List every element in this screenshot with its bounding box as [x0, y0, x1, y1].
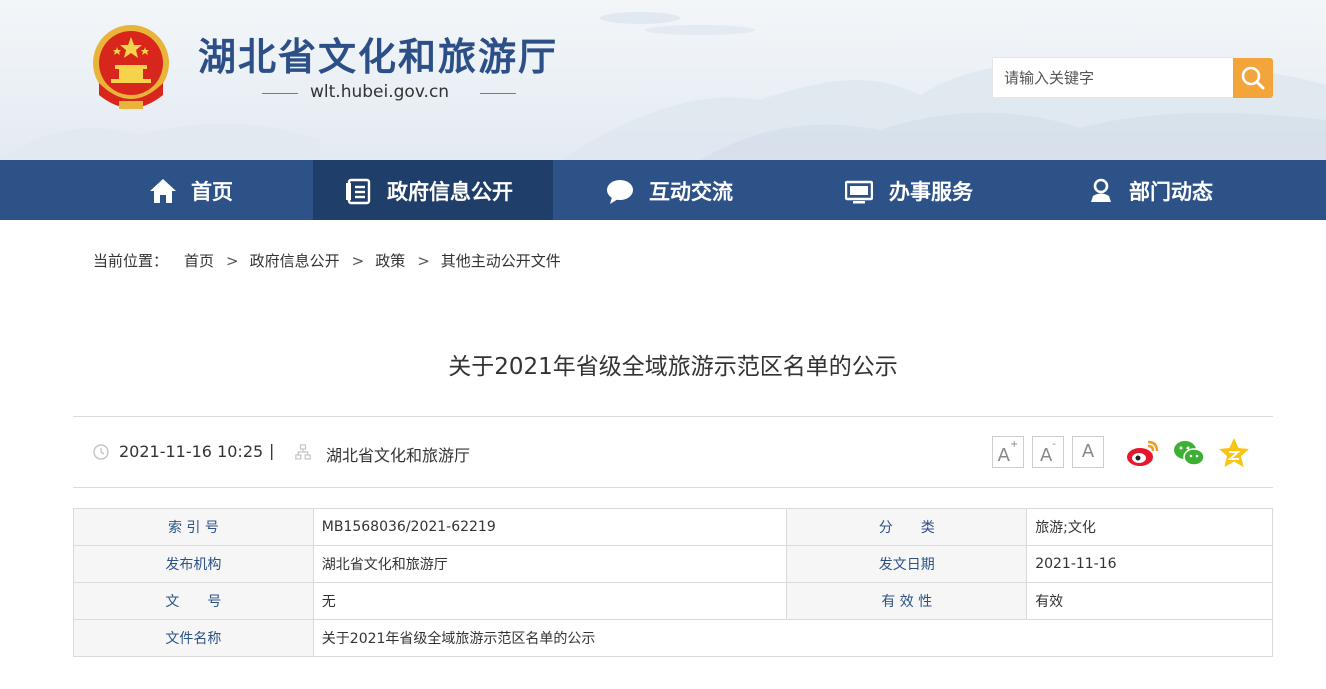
site-header: 湖北省文化和旅游厅 wlt.hubei.gov.cn — [0, 0, 1326, 160]
home-icon — [150, 179, 176, 203]
main-nav: 首页 政府信息公开 互动交流 办事服务 部门动态 — [0, 160, 1326, 220]
location-person-icon — [1091, 178, 1111, 202]
info-key-category: 分 类 — [786, 508, 1028, 546]
wechat-icon[interactable] — [1172, 436, 1206, 470]
info-value-publisher: 湖北省文化和旅游厅 — [312, 545, 788, 583]
table-row: 文 号 无 有 效 性 有效 — [73, 582, 1273, 620]
info-value-issue-date: 2021-11-16 — [1026, 545, 1273, 583]
org-structure-icon — [295, 444, 311, 460]
national-emblem-icon — [93, 25, 169, 109]
search-icon — [1241, 66, 1265, 90]
decor-line-left — [262, 93, 298, 94]
site-title: 湖北省文化和旅游厅 — [198, 35, 559, 79]
qzone-icon[interactable] — [1217, 436, 1251, 470]
info-value-category: 旅游;文化 — [1026, 508, 1273, 546]
font-button-label: A — [1081, 441, 1095, 462]
nav-item-home[interactable]: 首页 — [73, 160, 313, 220]
info-key-index-number: 索 引 号 — [73, 508, 314, 546]
article-title: 关于2021年省级全域旅游示范区名单的公示 — [448, 354, 898, 380]
nav-label: 部门动态 — [1129, 180, 1213, 204]
divider-top — [73, 416, 1273, 417]
breadcrumb-item-gov-info[interactable]: 政府信息公开 — [250, 250, 340, 271]
table-row: 索 引 号 MB1568036/2021-62219 分 类 旅游;文化 — [73, 508, 1273, 546]
divider-bottom — [73, 487, 1273, 488]
info-key-publisher: 发布机构 — [73, 545, 314, 583]
breadcrumb-item-home[interactable]: 首页 — [184, 250, 214, 271]
nav-label: 互动交流 — [649, 180, 733, 204]
font-button-modifier: - — [1052, 439, 1056, 450]
info-key-validity: 有 效 性 — [786, 582, 1028, 620]
breadcrumb-item-policy[interactable]: 政策 — [375, 250, 405, 271]
font-reset-button[interactable]: A — [1072, 436, 1104, 468]
info-key-file-name: 文件名称 — [73, 619, 314, 657]
nav-item-interaction[interactable]: 互动交流 — [553, 160, 793, 220]
nav-label: 办事服务 — [889, 180, 973, 204]
publish-source: 湖北省文化和旅游厅 — [326, 446, 471, 465]
info-value-file-name: 关于2021年省级全域旅游示范区名单的公示 — [312, 619, 1274, 657]
site-url: wlt.hubei.gov.cn — [310, 82, 450, 102]
nav-label: 首页 — [191, 180, 233, 204]
site-url-row: wlt.hubei.gov.cn — [262, 80, 522, 106]
table-row: 文件名称 关于2021年省级全域旅游示范区名单的公示 — [73, 619, 1274, 657]
search-box — [993, 58, 1233, 97]
meta-divider: | — [269, 441, 275, 460]
publish-datetime: 2021-11-16 10:25 — [119, 442, 264, 461]
font-increase-button[interactable]: A+ — [992, 436, 1024, 468]
search-button[interactable] — [1233, 58, 1273, 98]
document-list-icon — [346, 178, 371, 205]
font-button-label: A — [997, 445, 1010, 466]
nav-item-gov-info[interactable]: 政府信息公开 — [313, 160, 553, 220]
info-value-doc-number: 无 — [312, 582, 788, 620]
weibo-icon[interactable] — [1126, 436, 1160, 470]
breadcrumb-label: 当前位置： — [93, 252, 169, 270]
monitor-icon — [845, 180, 873, 204]
info-value-validity: 有效 — [1026, 582, 1273, 620]
breadcrumb-item-other-files[interactable]: 其他主动公开文件 — [441, 250, 561, 271]
font-button-label: A — [1040, 445, 1053, 466]
table-row: 发布机构 湖北省文化和旅游厅 发文日期 2021-11-16 — [73, 545, 1273, 583]
info-value-index-number: MB1568036/2021-62219 — [312, 508, 788, 546]
info-key-doc-number: 文 号 — [73, 582, 314, 620]
font-button-modifier: + — [1009, 439, 1019, 450]
nav-label: 政府信息公开 — [387, 180, 513, 204]
nav-item-dept-news[interactable]: 部门动态 — [1033, 160, 1273, 220]
clock-icon — [93, 444, 109, 460]
breadcrumb-separator: > — [351, 252, 365, 270]
chat-bubble-icon — [607, 180, 633, 204]
nav-item-services[interactable]: 办事服务 — [793, 160, 1033, 220]
breadcrumb: 当前位置： 首页 > 政府信息公开 > 政策 > 其他主动公开文件 — [93, 250, 561, 271]
info-key-issue-date: 发文日期 — [786, 545, 1028, 583]
decor-line-right — [480, 93, 516, 94]
font-decrease-button[interactable]: A- — [1032, 436, 1064, 468]
breadcrumb-separator: > — [417, 252, 430, 270]
document-info-table: 索 引 号 MB1568036/2021-62219 分 类 旅游;文化 发布机… — [73, 508, 1274, 657]
breadcrumb-separator: > — [226, 252, 239, 270]
search-input[interactable] — [993, 58, 1224, 97]
